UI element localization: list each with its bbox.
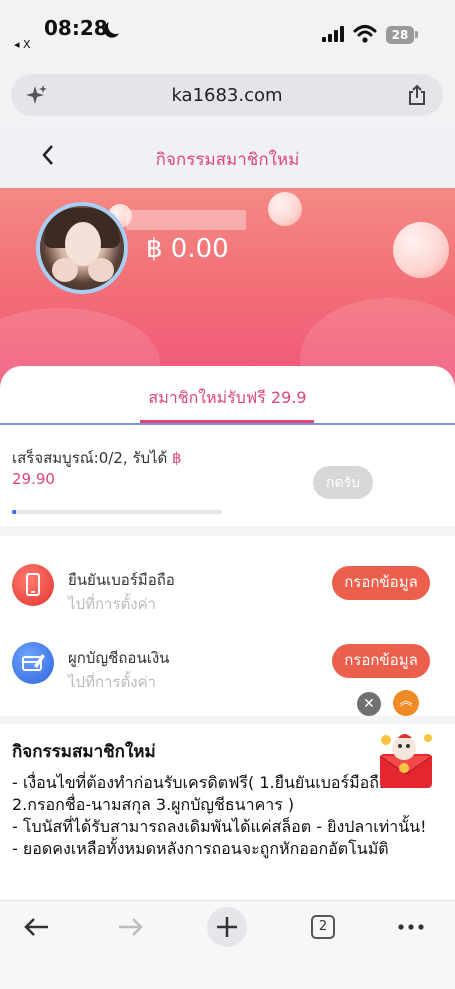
banner-bubble — [268, 192, 302, 226]
section-divider — [0, 716, 455, 724]
fill-info-button[interactable]: กรอกข้อมูล — [332, 644, 430, 678]
page-header: กิจกรรมสมาชิกใหม่ — [0, 126, 455, 188]
progress-currency: ฿ — [172, 449, 182, 467]
username-placeholder — [126, 210, 246, 230]
rule-line: - ยอดคงเหลือทั้งหมดหลังการถอนจะถูกหักออก… — [12, 839, 389, 858]
back-to-app-link[interactable]: ◂ X — [14, 38, 31, 51]
progress-bar-fill — [12, 510, 16, 514]
rule-line: - โบนัสที่ได้รับสามารถลงเดิมพันได้แค่สล็… — [12, 817, 427, 836]
clock: 08:28 — [44, 16, 108, 40]
phone-icon — [12, 564, 54, 606]
close-icon[interactable]: ✕ — [357, 692, 381, 716]
browser-toolbar: 2 — [0, 900, 455, 989]
more-dots-icon[interactable] — [396, 915, 426, 939]
tab-separator — [0, 423, 455, 425]
battery-nub — [415, 31, 418, 38]
tab-switcher-button[interactable]: 2 — [311, 915, 335, 939]
claim-button[interactable]: กดรับ — [313, 466, 373, 499]
task-bind-withdraw-account: ผูกบัญชีถอนเงิน ไปที่การตั้งค่า กรอกข้อม… — [0, 642, 455, 712]
battery-icon: 28 — [386, 26, 414, 44]
task-verify-phone: ยืนยันเบอร์มือถือ ไปที่การตั้งค่า กรอกข้… — [0, 564, 455, 634]
task-subtitle: ไปที่การตั้งค่า — [68, 673, 157, 691]
rules-title: กิจกรรมสมาชิกใหม่ — [12, 742, 156, 762]
progress-text: เสร็จสมบูรณ์:0/2, รับได้ ฿ 29.90 — [12, 448, 182, 490]
progress-amount: 29.90 — [12, 470, 55, 488]
card-icon — [12, 642, 54, 684]
section-divider — [0, 526, 455, 536]
activity-card: สมาชิกใหม่รับฟรี 29.9 เสร็จสมบูรณ์:0/2, … — [0, 366, 455, 906]
banner-bubble — [393, 222, 449, 278]
new-tab-button[interactable] — [207, 907, 247, 947]
browser-address-area: ka1683.com — [0, 62, 455, 126]
rule-line: - เงื่อนไขที่ต้องทำก่อนรับเครดิตฟรี( 1.ย… — [12, 773, 389, 814]
fill-info-button[interactable]: กรอกข้อมูล — [332, 566, 430, 600]
task-title: ผูกบัญชีถอนเงิน — [68, 649, 170, 667]
task-subtitle: ไปที่การตั้งค่า — [68, 595, 157, 613]
progress-bar — [12, 510, 222, 514]
url-text[interactable]: ka1683.com — [11, 85, 443, 106]
task-title: ยืนยันเบอร์มือถือ — [68, 571, 175, 589]
cellular-signal-icon — [322, 26, 346, 42]
avatar[interactable] — [36, 202, 128, 294]
tab-new-member[interactable]: สมาชิกใหม่รับฟรี 29.9 — [0, 386, 455, 411]
back-arrow-icon[interactable] — [22, 915, 50, 939]
moon-icon — [106, 16, 127, 37]
status-bar: 08:28 ◂ X 28 — [0, 0, 455, 62]
rules-text: - เงื่อนไขที่ต้องทำก่อนรับเครดิตฟรี( 1.ย… — [12, 772, 432, 860]
share-icon[interactable] — [407, 84, 427, 106]
progress-label: เสร็จสมบูรณ์:0/2, รับได้ — [12, 449, 173, 467]
forward-arrow-icon[interactable] — [117, 915, 145, 939]
page-title: กิจกรรมสมาชิกใหม่ — [155, 150, 300, 170]
balance-value: ฿ 0.00 — [146, 234, 229, 264]
plus-icon — [217, 917, 237, 937]
profile-banner: ฿ 0.00 — [0, 188, 455, 388]
wifi-icon — [353, 25, 377, 43]
address-bar[interactable]: ka1683.com — [11, 74, 443, 116]
red-envelope-gift-icon[interactable] — [374, 728, 438, 790]
scroll-up-icon[interactable]: ︽ — [393, 690, 419, 716]
